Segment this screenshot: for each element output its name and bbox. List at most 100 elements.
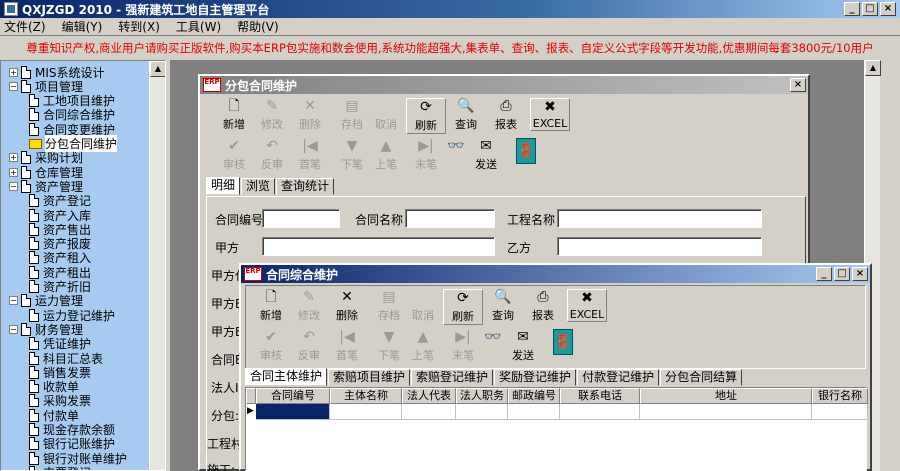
tab-item[interactable]: 查询统计 — [276, 178, 335, 195]
window-logo-icon: ERP — [203, 78, 221, 92]
expand-toggle-icon[interactable]: − — [9, 81, 18, 91]
toolbar-button[interactable]: ▲ 上笔 — [403, 329, 443, 363]
win2-minimize-button[interactable]: _ — [816, 267, 832, 281]
toolbar-icon: ⎙ — [500, 98, 512, 114]
toolbar-button[interactable]: ✎ 修改 — [252, 98, 292, 132]
toolbar-button[interactable]: 🗋 新增 — [251, 289, 291, 323]
window-contract-title: 合同综合维护 — [266, 267, 339, 282]
contract-grid[interactable]: 合同编号 主体名称 法人代表 法人职务 邮政编号 联系电话 地址 银行名称 ▶ — [245, 387, 868, 471]
column-header[interactable]: 合同编号 — [256, 388, 330, 404]
win2-maximize-button[interactable]: □ — [834, 267, 850, 281]
column-header[interactable]: 主体名称 — [330, 388, 402, 404]
toolbar-button[interactable]: ⎙ 报表 — [523, 289, 563, 323]
expand-toggle-icon[interactable]: − — [9, 181, 18, 191]
grid-cell[interactable] — [640, 404, 812, 420]
menu-goto[interactable]: 转到(X) — [118, 18, 160, 35]
grid-cell[interactable] — [812, 404, 868, 420]
document-icon — [29, 94, 39, 108]
project-name-input[interactable] — [557, 209, 762, 228]
tab-item[interactable]: 明细 — [206, 177, 241, 195]
expand-toggle-icon[interactable]: + — [9, 153, 18, 163]
toolbar-icon: ↶ — [266, 138, 278, 154]
menu-help[interactable]: 帮助(V) — [237, 18, 279, 35]
toolbar-button[interactable]: 取消 — [403, 289, 443, 323]
toolbar-button[interactable]: 🔍 查询 — [483, 289, 523, 323]
app-title: QXJZGD 2010 - 强新建筑工地自主管理平台 — [22, 2, 270, 17]
grid-cell[interactable] — [256, 404, 330, 420]
close-button[interactable]: × — [880, 2, 896, 16]
maximize-button[interactable]: □ — [862, 2, 878, 16]
toolbar-button[interactable]: ↶ 反审 — [252, 138, 292, 172]
scroll-up-button[interactable]: ▲ — [150, 61, 165, 77]
column-header[interactable]: 银行名称 — [812, 388, 868, 404]
menu-tools[interactable]: 工具(W) — [176, 18, 221, 35]
toolbar-button[interactable]: |◀ 首笔 — [290, 138, 330, 172]
tree-item[interactable]: 支票登记 — [29, 465, 91, 470]
column-header[interactable]: 邮政编号 — [508, 388, 560, 404]
menu-file[interactable]: 文件(Z) — [4, 18, 46, 35]
expand-toggle-icon[interactable]: + — [9, 67, 18, 77]
toolbar-button[interactable]: ⟳ 刷新 — [406, 98, 446, 134]
win2-close-button[interactable]: × — [852, 267, 868, 281]
tab-item[interactable]: 奖励登记维护 — [494, 369, 577, 386]
toolbar-button[interactable]: ⟳ 刷新 — [443, 289, 483, 325]
expand-toggle-icon[interactable]: + — [9, 167, 18, 177]
toolbar-button[interactable]: ✖ EXCEL — [530, 98, 570, 131]
mdi-scroll-up-button[interactable]: ▲ — [865, 60, 881, 76]
minimize-button[interactable]: _ — [844, 2, 860, 16]
tab-item[interactable]: 索赔项目维护 — [328, 369, 411, 386]
toolbar-label: 修改 — [298, 309, 320, 322]
toolbar-label: 存档 — [378, 309, 400, 322]
tab-item[interactable]: 浏览 — [241, 178, 276, 195]
tab-item[interactable]: 付款登记维护 — [577, 369, 660, 386]
toolbar-button[interactable]: ✉ 发送 — [466, 138, 506, 172]
win1-close-button[interactable]: × — [790, 78, 806, 92]
menu-edit[interactable]: 编辑(Y) — [62, 18, 103, 35]
toolbar-button[interactable]: 🚪 — [506, 138, 546, 166]
toolbar-button[interactable]: ▲ 上笔 — [366, 138, 406, 172]
toolbar-icon: ▼ — [346, 138, 358, 154]
toolbar-button[interactable]: 取消 — [366, 98, 406, 132]
toolbar-label: 新增 — [260, 309, 282, 322]
toolbar-button[interactable]: ✎ 修改 — [289, 289, 329, 323]
toolbar-button[interactable]: ✕ 删除 — [327, 289, 367, 323]
toolbar-button[interactable]: ✖ EXCEL — [567, 289, 607, 322]
expand-toggle-icon[interactable]: − — [9, 296, 18, 306]
document-icon — [29, 280, 39, 293]
toolbar-label: 新增 — [223, 118, 245, 131]
toolbar-icon: ▤ — [382, 289, 396, 305]
tab-item[interactable]: 索赔登记维护 — [411, 369, 494, 386]
column-header[interactable]: 联系电话 — [560, 388, 640, 404]
tab-item[interactable]: 分包合同结算 — [660, 369, 743, 386]
toolbar-button[interactable]: ✔ 审核 — [214, 138, 254, 172]
toolbar-label: 发送 — [475, 158, 497, 171]
toolbar-button[interactable]: ⎙ 报表 — [486, 98, 526, 132]
toolbar-button[interactable]: 🗋 新增 — [214, 98, 254, 132]
toolbar-button[interactable]: ✕ 删除 — [290, 98, 330, 132]
toolbar-button[interactable]: ↶ 反审 — [289, 329, 329, 363]
contract-no-input[interactable] — [262, 209, 340, 228]
grid-cell[interactable] — [330, 404, 402, 420]
toolbar-button[interactable]: 🔍 查询 — [446, 98, 486, 132]
toolbar-button[interactable]: ✉ 发送 — [503, 329, 543, 363]
tab-item[interactable]: 合同主体维护 — [245, 368, 328, 386]
grid-cell[interactable] — [560, 404, 640, 420]
column-header[interactable]: 地址 — [640, 388, 812, 404]
toolbar-label: 报表 — [495, 118, 517, 131]
grid-cell[interactable] — [508, 404, 560, 420]
party-b-input[interactable] — [557, 237, 762, 256]
grid-cell[interactable] — [402, 404, 456, 420]
toolbar-button[interactable]: ✔ 审核 — [251, 329, 291, 363]
column-header[interactable]: 法人职务 — [456, 388, 508, 404]
toolbar-button[interactable]: 🚪 — [543, 329, 583, 357]
party-a-label: 甲方 — [215, 241, 240, 255]
expand-toggle-icon[interactable]: − — [9, 324, 18, 334]
nav-tree: ▲ + MIS系统设计 − 项目管理 工地项目维护 合同综合维护 合同变更维护 分包合同维护 +… — [0, 60, 166, 471]
tree-scrollbar[interactable]: ▲ — [149, 61, 165, 470]
grid-cell[interactable] — [456, 404, 508, 420]
document-icon — [29, 251, 39, 265]
column-header[interactable]: 法人代表 — [402, 388, 456, 404]
toolbar-button[interactable]: |◀ 首笔 — [327, 329, 367, 363]
party-a-input[interactable] — [262, 237, 495, 256]
contract-name-input[interactable] — [405, 209, 495, 228]
